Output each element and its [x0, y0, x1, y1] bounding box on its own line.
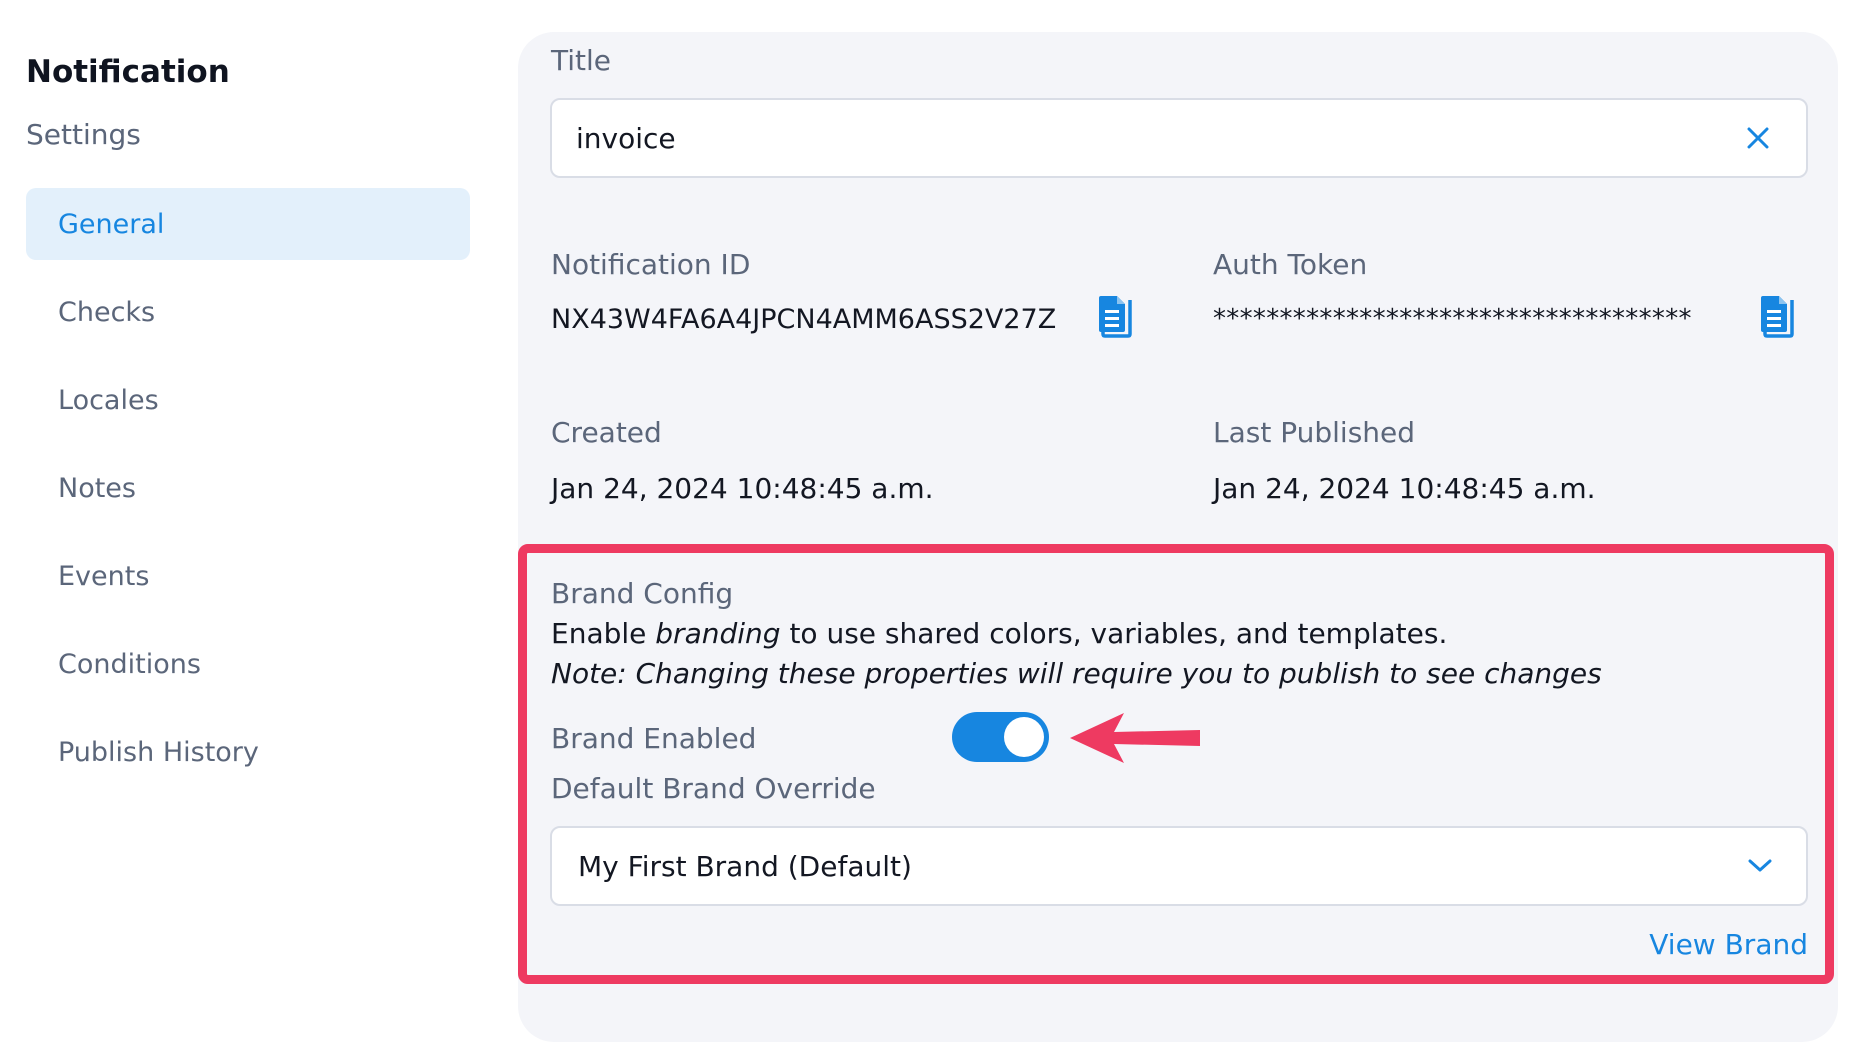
notification-id-label: Notification ID	[551, 248, 751, 281]
sidebar-item-checks[interactable]: Checks	[26, 276, 470, 348]
brand-description-suffix: to use shared colors, variables, and tem…	[780, 617, 1448, 650]
view-brand-link[interactable]: View Brand	[1649, 928, 1808, 961]
settings-sidebar: Notification Settings General Checks Loc…	[0, 0, 500, 1018]
title-input[interactable]	[552, 99, 1738, 177]
copy-document-icon[interactable]	[1095, 294, 1135, 340]
brand-description-prefix: Enable	[551, 617, 656, 650]
brand-enabled-toggle[interactable]	[952, 712, 1049, 762]
sidebar-item-locales[interactable]: Locales	[26, 364, 470, 436]
chevron-down-icon	[1748, 859, 1772, 873]
brand-override-select[interactable]: My First Brand (Default)	[550, 826, 1808, 906]
title-field	[550, 98, 1808, 178]
auth-token-label: Auth Token	[1213, 248, 1368, 281]
sidebar-nav: General Checks Locales Notes Events Cond…	[26, 188, 470, 804]
auth-token-value: ************************************	[1213, 304, 1692, 334]
brand-config-label: Brand Config	[551, 577, 734, 610]
title-label: Title	[551, 44, 612, 77]
sidebar-item-general[interactable]: General	[26, 188, 470, 260]
sidebar-item-publish-history[interactable]: Publish History	[26, 716, 470, 788]
brand-description-emphasis: branding	[655, 617, 781, 650]
default-brand-override-label: Default Brand Override	[551, 772, 876, 805]
sidebar-item-notes[interactable]: Notes	[26, 452, 470, 524]
sidebar-item-conditions[interactable]: Conditions	[26, 628, 470, 700]
sidebar-subtitle: Settings	[26, 118, 141, 151]
brand-publish-note: Note: Changing these properties will req…	[551, 657, 1602, 690]
created-value: Jan 24, 2024 10:48:45 a.m.	[551, 472, 934, 505]
sidebar-item-events[interactable]: Events	[26, 540, 470, 612]
created-label: Created	[551, 416, 662, 449]
arrow-left-icon	[1070, 713, 1200, 763]
last-published-label: Last Published	[1213, 416, 1416, 449]
copy-document-icon[interactable]	[1757, 294, 1797, 340]
sidebar-title: Notification	[26, 54, 230, 90]
brand-override-value: My First Brand (Default)	[578, 849, 912, 883]
last-published-value: Jan 24, 2024 10:48:45 a.m.	[1213, 472, 1596, 505]
brand-enabled-label: Brand Enabled	[551, 722, 757, 755]
brand-description: Enable branding to use shared colors, va…	[551, 617, 1447, 650]
close-icon[interactable]	[1738, 118, 1778, 158]
notification-id-value: NX43W4FA6A4JPCN4AMM6ASS2V27Z	[551, 304, 1057, 335]
toggle-knob	[1004, 717, 1044, 757]
